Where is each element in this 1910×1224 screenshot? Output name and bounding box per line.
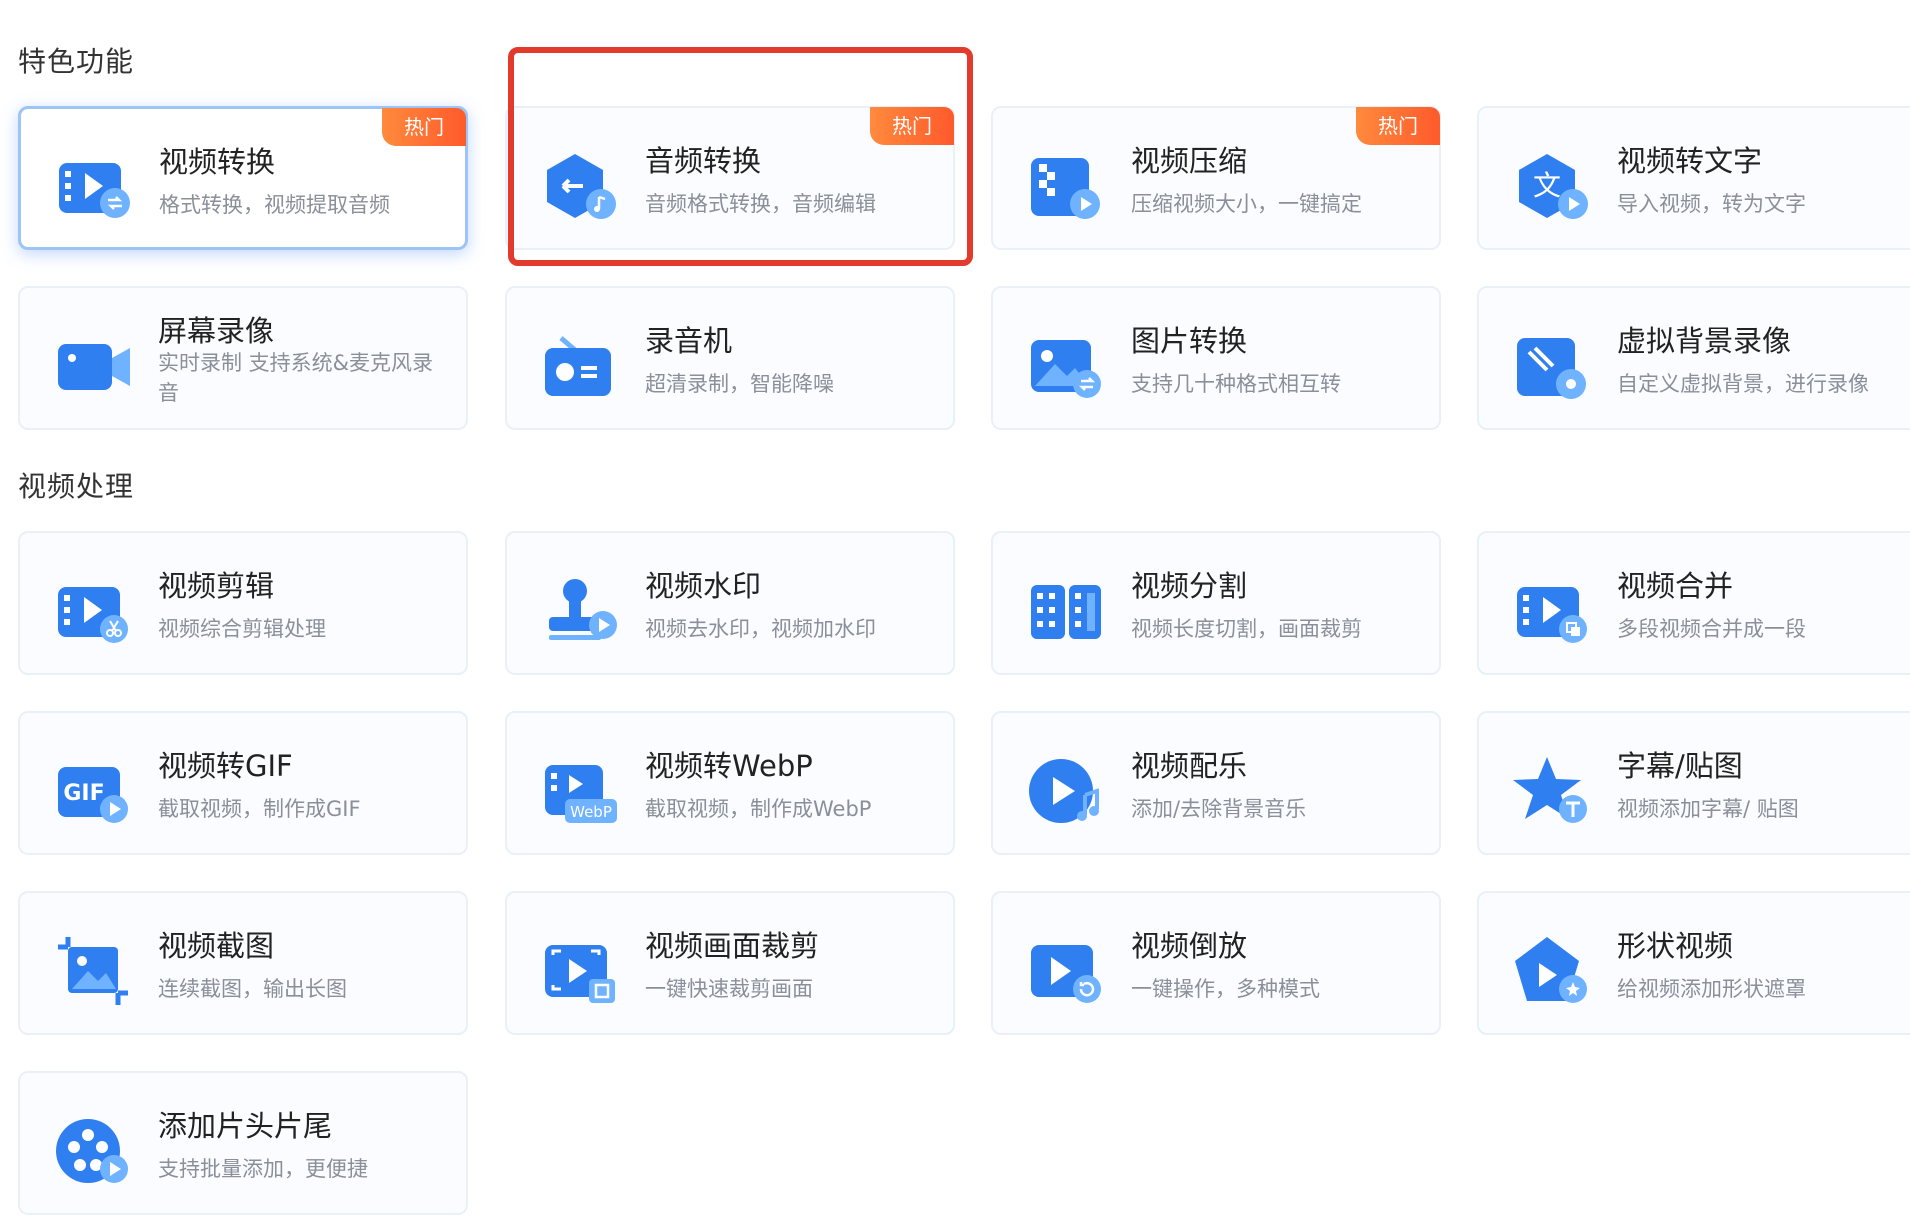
gif-label: GIF	[63, 781, 104, 806]
reverse-icon	[1027, 933, 1105, 1011]
text-glyph: 文	[1533, 169, 1561, 202]
card-video-merge[interactable]: 视频合并 多段视频合并成一段	[1477, 531, 1910, 675]
section-title-video-processing: 视频处理	[18, 470, 135, 503]
gif-icon: GIF	[54, 753, 132, 831]
card-video-to-webp[interactable]: WebP 视频转WebP 截取视频，制作成WebP	[505, 711, 955, 855]
hot-badge: 热门	[1356, 107, 1440, 145]
card-shape-video[interactable]: 形状视频 给视频添加形状遮罩	[1477, 891, 1910, 1035]
card-image-convert[interactable]: 图片转换 支持几十种格式相互转	[991, 286, 1441, 430]
hot-badge: 热门	[870, 107, 954, 145]
card-desc: 超清录制，智能降噪	[645, 372, 834, 396]
card-title: 视频转换	[159, 145, 276, 179]
card-desc: 一键快速裁剪画面	[645, 977, 813, 1001]
card-video-edit[interactable]: 视频剪辑 视频综合剪辑处理	[18, 531, 468, 675]
card-title: 虚拟背景录像	[1617, 324, 1792, 358]
card-title: 视频转WebP	[645, 749, 813, 783]
card-desc: 视频添加字幕/ 贴图	[1617, 797, 1799, 821]
video-merge-icon	[1513, 573, 1591, 651]
virtual-bg-icon	[1513, 328, 1591, 406]
card-recorder[interactable]: 录音机 超清录制，智能降噪	[505, 286, 955, 430]
crop-image-icon	[54, 933, 132, 1011]
card-desc: 自定义虚拟背景，进行录像	[1617, 372, 1869, 396]
card-title: 视频剪辑	[158, 569, 275, 603]
card-title: 视频转文字	[1617, 144, 1763, 178]
card-video-crop[interactable]: 视频画面裁剪 一键快速裁剪画面	[505, 891, 955, 1035]
card-audio-convert[interactable]: 音频转换 音频格式转换，音频编辑 热门	[505, 106, 955, 250]
card-intro-outro[interactable]: 添加片头片尾 支持批量添加，更便捷	[18, 1071, 468, 1215]
audio-convert-icon	[541, 148, 619, 226]
card-title: 视频配乐	[1131, 749, 1248, 783]
card-desc: 截取视频，制作成GIF	[158, 797, 361, 821]
card-title: 视频画面裁剪	[645, 929, 820, 963]
card-title: 视频压缩	[1131, 144, 1248, 178]
card-video-watermark[interactable]: 视频水印 视频去水印，视频加水印	[505, 531, 955, 675]
card-desc: 视频去水印，视频加水印	[645, 617, 876, 641]
card-title: 视频截图	[158, 929, 275, 963]
card-desc: 格式转换，视频提取音频	[159, 193, 390, 217]
video-compress-icon	[1027, 148, 1105, 226]
card-desc: 给视频添加形状遮罩	[1617, 977, 1806, 1001]
card-title: 录音机	[645, 324, 733, 358]
card-title: 图片转换	[1131, 324, 1248, 358]
card-video-convert[interactable]: 视频转换 格式转换，视频提取音频 热门	[18, 106, 468, 250]
music-icon	[1027, 753, 1105, 831]
card-title: 字幕/贴图	[1617, 749, 1743, 783]
card-desc: 支持批量添加，更便捷	[158, 1157, 368, 1181]
card-title: 视频转GIF	[158, 749, 293, 783]
card-video-compress[interactable]: 视频压缩 压缩视频大小，一键搞定 热门	[991, 106, 1441, 250]
image-convert-icon	[1027, 328, 1105, 406]
feature-panel: 特色功能 视频转换 格式转换，视频提取音频 热门 音频转换 音频格式转换，音频编…	[0, 0, 1910, 1224]
card-subtitle-sticker[interactable]: 字幕/贴图 视频添加字幕/ 贴图	[1477, 711, 1910, 855]
card-title: 形状视频	[1617, 929, 1734, 963]
card-title: 视频合并	[1617, 569, 1734, 603]
hot-badge: 热门	[382, 108, 466, 146]
stamp-icon	[541, 573, 619, 651]
camera-icon	[54, 328, 132, 406]
pentagon-icon	[1513, 933, 1591, 1011]
star-icon	[1513, 753, 1591, 831]
section-title-featured: 特色功能	[18, 45, 135, 78]
card-video-to-gif[interactable]: GIF 视频转GIF 截取视频，制作成GIF	[18, 711, 468, 855]
card-video-reverse[interactable]: 视频倒放 一键操作，多种模式	[991, 891, 1441, 1035]
video-convert-icon	[55, 149, 133, 227]
card-desc: 添加/去除背景音乐	[1131, 797, 1307, 821]
card-desc: 多段视频合并成一段	[1617, 617, 1806, 641]
card-desc: 实时录制 支持系统&麦克风录音	[158, 351, 434, 405]
card-desc: 视频综合剪辑处理	[158, 617, 326, 641]
webp-label: WebP	[570, 803, 612, 821]
card-title: 视频倒放	[1131, 929, 1248, 963]
card-desc: 压缩视频大小，一键搞定	[1131, 192, 1362, 216]
video-split-icon	[1027, 573, 1105, 651]
film-reel-icon	[54, 1113, 132, 1191]
card-title: 屏幕录像	[158, 314, 275, 348]
card-desc: 连续截图，输出长图	[158, 977, 347, 1001]
video-to-text-icon: 文	[1513, 148, 1591, 226]
card-virtual-background[interactable]: 虚拟背景录像 自定义虚拟背景，进行录像	[1477, 286, 1910, 430]
card-desc: 视频长度切割，画面裁剪	[1131, 617, 1362, 641]
card-video-split[interactable]: 视频分割 视频长度切割，画面裁剪	[991, 531, 1441, 675]
card-desc: 一键操作，多种模式	[1131, 977, 1320, 1001]
card-desc: 音频格式转换，音频编辑	[645, 192, 876, 216]
webp-icon: WebP	[541, 753, 619, 831]
card-title: 添加片头片尾	[158, 1109, 333, 1143]
card-title: 音频转换	[645, 144, 762, 178]
crop-frame-icon	[541, 933, 619, 1011]
video-edit-icon	[54, 573, 132, 651]
card-title: 视频分割	[1131, 569, 1248, 603]
card-title: 视频水印	[645, 569, 762, 603]
card-screen-record[interactable]: 屏幕录像 实时录制 支持系统&麦克风录音	[18, 286, 468, 430]
card-desc: 截取视频，制作成WebP	[645, 797, 872, 821]
card-video-screenshot[interactable]: 视频截图 连续截图，输出长图	[18, 891, 468, 1035]
card-video-music[interactable]: 视频配乐 添加/去除背景音乐	[991, 711, 1441, 855]
card-desc: 支持几十种格式相互转	[1131, 372, 1341, 396]
recorder-icon	[541, 328, 619, 406]
card-desc: 导入视频，转为文字	[1617, 192, 1806, 216]
card-video-to-text[interactable]: 文 视频转文字 导入视频，转为文字	[1477, 106, 1910, 250]
